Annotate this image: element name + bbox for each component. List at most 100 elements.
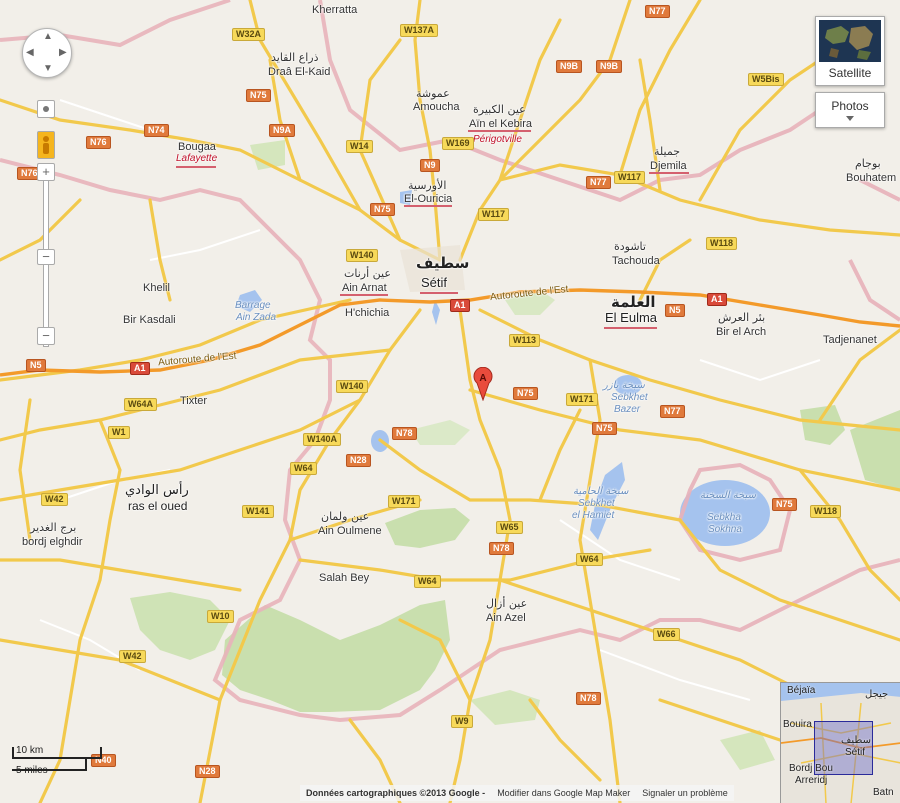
road-shield: N9B: [596, 60, 623, 73]
city-underline-ainarnat: [340, 294, 388, 296]
overview-label: Batn: [873, 787, 894, 798]
city-underline-eulma: [604, 327, 657, 329]
road-shield: N9A: [269, 124, 296, 137]
pan-left-icon[interactable]: ◀: [26, 47, 34, 58]
road-shield: N78: [576, 692, 601, 705]
city-label-bordj-ar: برج الغدير: [30, 521, 77, 534]
map-canvas[interactable]: Kherratta ذراع القايد Draâ El-Kaid عموشة…: [0, 0, 900, 803]
road-shield: N78: [392, 427, 417, 440]
road-shield: N77: [660, 405, 685, 418]
road-shield: N74: [144, 124, 169, 137]
city-label-birelarch-ar: بئر العرش: [718, 311, 766, 324]
road-shield: W118: [810, 505, 842, 518]
scale-miles-label: 5 miles: [16, 765, 48, 776]
road-shield: W14: [346, 140, 373, 153]
city-underline-djemila: [649, 172, 689, 174]
location-marker-a[interactable]: A: [473, 367, 493, 401]
city-label-oulmene-ar: عين ولمان: [321, 510, 370, 523]
zoom-in-button[interactable]: +: [37, 163, 55, 181]
city-label-rasoued: ras el oued: [128, 499, 188, 513]
overview-label: Bordj Bou: [789, 763, 833, 774]
overview-label: Bouira: [783, 719, 812, 730]
chevron-down-icon: [846, 116, 854, 121]
road-shield: W65: [496, 521, 523, 534]
road-shield: W5Bis: [748, 73, 784, 86]
report-problem-link[interactable]: Signaler un problème: [636, 788, 734, 798]
satellite-view-button[interactable]: Satellite: [815, 16, 885, 86]
overview-label: جيجل: [865, 689, 889, 700]
water-label-hamiet-1: Sebkhet: [578, 498, 615, 509]
my-location-button[interactable]: [37, 100, 55, 118]
city-label-bouhatem-ar: بوجام: [855, 157, 881, 170]
road-shield: W64: [576, 553, 603, 566]
water-label-ainzada: Ain Zada: [236, 312, 277, 323]
city-underline-bougaa: [176, 166, 216, 168]
street-view-pegman-icon[interactable]: [37, 131, 55, 159]
city-label-tachouda-ar: تاشودة: [614, 240, 646, 253]
pan-right-icon[interactable]: ▶: [59, 47, 67, 58]
city-label-ainarnat: Ain Arnat: [342, 282, 387, 294]
road-shield: A1: [707, 293, 727, 306]
city-label-hchichia: H'chichia: [345, 307, 390, 319]
road-shield: W66: [653, 628, 680, 641]
edit-in-map-maker-link[interactable]: Modifier dans Google Map Maker: [491, 788, 636, 798]
road-shield: N5: [26, 359, 46, 372]
scale-km-label: 10 km: [16, 745, 44, 756]
road-shield: W137A: [400, 24, 439, 37]
city-underline-ouricia: [404, 205, 452, 207]
road-shield: N78: [489, 542, 514, 555]
road-shield: W10: [207, 610, 234, 623]
city-label-setif: Sétif: [421, 275, 448, 290]
city-label-ainkebira: Aïn el Kebira: [469, 118, 532, 130]
city-label-oulmene: Ain Oulmene: [318, 525, 382, 537]
city-label-khelil: Khelil: [143, 282, 170, 294]
zoom-out-button[interactable]: −: [37, 327, 55, 345]
pan-up-icon[interactable]: ▲: [43, 31, 53, 42]
pan-control[interactable]: ▲ ▼ ◀ ▶: [22, 28, 72, 78]
water-label-hamiet-ar: سبخة الحامية: [573, 486, 629, 497]
water-label-hamiet-2: el Hamiet: [572, 510, 615, 521]
pan-down-icon[interactable]: ▼: [43, 63, 53, 74]
city-label-bordj: bordj elghdir: [22, 536, 83, 548]
photos-button[interactable]: Photos: [815, 92, 885, 128]
road-shield: N28: [195, 765, 220, 778]
road-shield: N77: [645, 5, 670, 18]
road-shield: A1: [450, 299, 470, 312]
location-dot-icon: [43, 106, 49, 112]
zoom-slider-handle[interactable]: −: [37, 249, 55, 265]
road-shield: N9: [420, 159, 440, 172]
road-shield: W171: [388, 495, 420, 508]
road-shield: N75: [592, 422, 617, 435]
city-label-djemila: Djemila: [650, 160, 687, 172]
city-label-draa-ar: ذراع القايد: [271, 51, 319, 64]
overview-label: سطيف: [841, 735, 871, 746]
road-shield: N77: [586, 176, 611, 189]
road-shield: W42: [41, 493, 68, 506]
city-label-ainazel: Ain Azel: [486, 612, 526, 624]
water-label-barrage: Barrage: [235, 300, 271, 311]
water-label-sokhna-1: Sebkha: [707, 512, 741, 523]
satellite-thumbnail: [819, 20, 881, 62]
city-label-ainkebira-ar: عين الكبيرة: [473, 103, 526, 116]
road-shield: N28: [346, 454, 371, 467]
road-shield: W118: [706, 237, 738, 250]
road-shield: W32A: [232, 28, 266, 41]
road-shield: A1: [130, 362, 150, 375]
road-shield: W140: [336, 380, 368, 393]
city-label-amoucha: Amoucha: [413, 101, 460, 113]
city-label-ainarnat-ar: عين أرنات: [344, 267, 391, 280]
road-shield: N75: [246, 89, 271, 102]
city-label-perigotville: Périgotville: [473, 134, 522, 145]
satellite-label: Satellite: [828, 66, 872, 80]
water-label-bazer-2: Bazer: [614, 404, 641, 415]
city-label-bouhatem: Bouhatem: [846, 172, 897, 184]
city-underline-setif: [420, 292, 458, 294]
city-label-setif-ar: سطيف: [416, 254, 470, 272]
city-label-rasoued-ar: رأس الوادي: [125, 483, 189, 498]
water-label-sokhna-ar: سبخة السخنة: [700, 490, 756, 501]
road-shield: N76: [86, 136, 111, 149]
road-shield: W171: [566, 393, 598, 406]
city-label-ouricia-ar: الأورسية: [408, 179, 447, 192]
overview-minimap[interactable]: Béjaïa جيجل Bouira سطيف Sétif Bordj Bou …: [780, 682, 900, 803]
road-shield: W64: [414, 575, 441, 588]
